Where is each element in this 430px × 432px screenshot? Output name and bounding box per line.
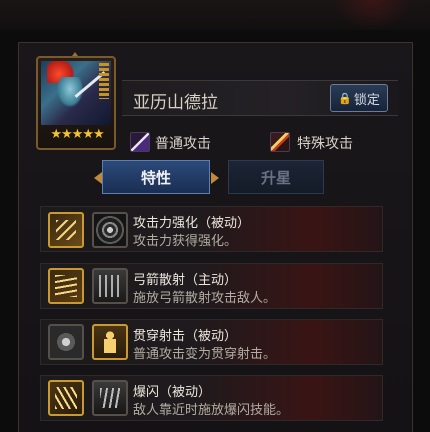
tab-traits[interactable]: 特性 (102, 160, 210, 194)
skill-description: 敌人靠近时施放爆闪技能。 (133, 403, 290, 418)
skill-description: 攻击力获得强化。 (133, 234, 238, 249)
hero-name: 亚历山德拉 (133, 93, 218, 113)
skill-title: 爆闪（被动） (133, 385, 212, 400)
claw-icon[interactable] (92, 380, 128, 416)
arrow-rain-icon[interactable] (92, 268, 128, 304)
skill-title: 贯穿射击（被动） (133, 329, 238, 344)
top-strip (0, 0, 430, 30)
skill-description: 施放弓箭散射攻击敌人。 (133, 291, 277, 306)
grade-indicator (99, 63, 109, 99)
hero-portrait[interactable] (41, 61, 111, 125)
top-decoration (332, 0, 412, 30)
tab-star-up[interactable]: 升星 (228, 160, 324, 194)
lock-button-label: 锁定 (353, 92, 380, 108)
arrow-fan-icon[interactable] (48, 268, 84, 304)
tab-arrow-left-icon (94, 172, 102, 184)
skill-description: 普通攻击变为贯穿射击。 (133, 347, 277, 362)
special-attack-label: 特殊攻击 (297, 136, 353, 152)
lock-button[interactable]: 🔒 锁定 (330, 84, 388, 112)
tab-arrow-right-icon (211, 172, 219, 184)
special-attack-icon (270, 132, 290, 152)
skill-title: 弓箭散射（主动） (133, 273, 238, 288)
arrow-volley-icon[interactable] (48, 212, 84, 248)
burst-icon[interactable] (48, 324, 84, 360)
archer-figure-icon[interactable] (92, 324, 128, 360)
normal-attack-label: 普通攻击 (155, 136, 211, 152)
lock-icon: 🔒 (338, 91, 352, 105)
skill-title: 攻击力强化（被动） (133, 216, 251, 231)
target-icon[interactable] (92, 212, 128, 248)
star-rating: ★★★★★ (50, 127, 104, 142)
normal-attack-icon (130, 132, 150, 152)
flash-icon[interactable] (48, 380, 84, 416)
